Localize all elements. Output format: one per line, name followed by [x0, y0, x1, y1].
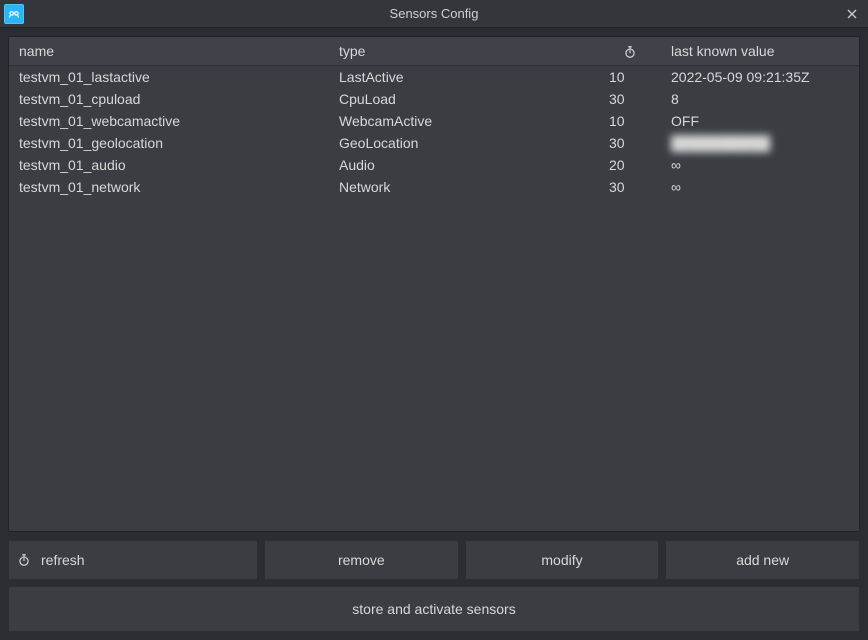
cell-name: testvm_01_webcamactive — [9, 110, 329, 132]
col-header-last-value[interactable]: last known value — [661, 37, 859, 66]
cell-type: Audio — [329, 154, 599, 176]
app-icon — [4, 4, 24, 24]
close-icon — [847, 9, 857, 19]
table-row[interactable]: testvm_01_lastactiveLastActive102022-05-… — [9, 66, 859, 89]
cell-value: ██████████ — [661, 132, 859, 154]
add-new-label: add new — [736, 552, 789, 568]
remove-label: remove — [338, 552, 385, 568]
cell-type: GeoLocation — [329, 132, 599, 154]
cell-interval: 30 — [599, 88, 661, 110]
cell-name: testvm_01_cpuload — [9, 88, 329, 110]
window-title: Sensors Config — [0, 6, 868, 21]
cell-name: testvm_01_lastactive — [9, 66, 329, 89]
cell-interval: 20 — [599, 154, 661, 176]
bottom-toolbar: refresh remove modify add new store and … — [0, 540, 868, 640]
cell-value: 8 — [661, 88, 859, 110]
table-row[interactable]: testvm_01_geolocationGeoLocation30██████… — [9, 132, 859, 154]
cell-name: testvm_01_geolocation — [9, 132, 329, 154]
stopwatch-icon — [623, 43, 637, 59]
sensors-table-container: name type last known value testvm_01_las… — [8, 36, 860, 532]
table-header-row: name type last known value — [9, 37, 859, 66]
modify-button[interactable]: modify — [465, 540, 660, 580]
table-row[interactable]: testvm_01_audioAudio20∞ — [9, 154, 859, 176]
refresh-label: refresh — [41, 552, 85, 568]
cell-type: Network — [329, 176, 599, 198]
col-header-type[interactable]: type — [329, 37, 599, 66]
cell-name: testvm_01_audio — [9, 154, 329, 176]
titlebar: Sensors Config — [0, 0, 868, 28]
table-row[interactable]: testvm_01_networkNetwork30∞ — [9, 176, 859, 198]
cell-value: 2022-05-09 09:21:35Z — [661, 66, 859, 89]
close-button[interactable] — [836, 0, 868, 28]
table-row[interactable]: testvm_01_cpuloadCpuLoad308 — [9, 88, 859, 110]
store-label: store and activate sensors — [352, 601, 515, 617]
cell-interval: 30 — [599, 176, 661, 198]
cell-value: OFF — [661, 110, 859, 132]
cell-type: WebcamActive — [329, 110, 599, 132]
col-header-name[interactable]: name — [9, 37, 329, 66]
cell-interval: 10 — [599, 66, 661, 89]
cell-name: testvm_01_network — [9, 176, 329, 198]
modify-label: modify — [541, 552, 582, 568]
col-header-interval[interactable] — [599, 37, 661, 66]
refresh-button[interactable]: refresh — [8, 540, 258, 580]
remove-button[interactable]: remove — [264, 540, 459, 580]
sensors-table: name type last known value testvm_01_las… — [9, 37, 859, 198]
cell-interval: 10 — [599, 110, 661, 132]
cell-value: ∞ — [661, 176, 859, 198]
table-row[interactable]: testvm_01_webcamactiveWebcamActive10OFF — [9, 110, 859, 132]
cell-type: CpuLoad — [329, 88, 599, 110]
cell-value: ∞ — [661, 154, 859, 176]
cell-interval: 30 — [599, 132, 661, 154]
cell-type: LastActive — [329, 66, 599, 89]
store-activate-button[interactable]: store and activate sensors — [8, 586, 860, 632]
stopwatch-icon — [17, 553, 31, 567]
add-new-button[interactable]: add new — [665, 540, 860, 580]
